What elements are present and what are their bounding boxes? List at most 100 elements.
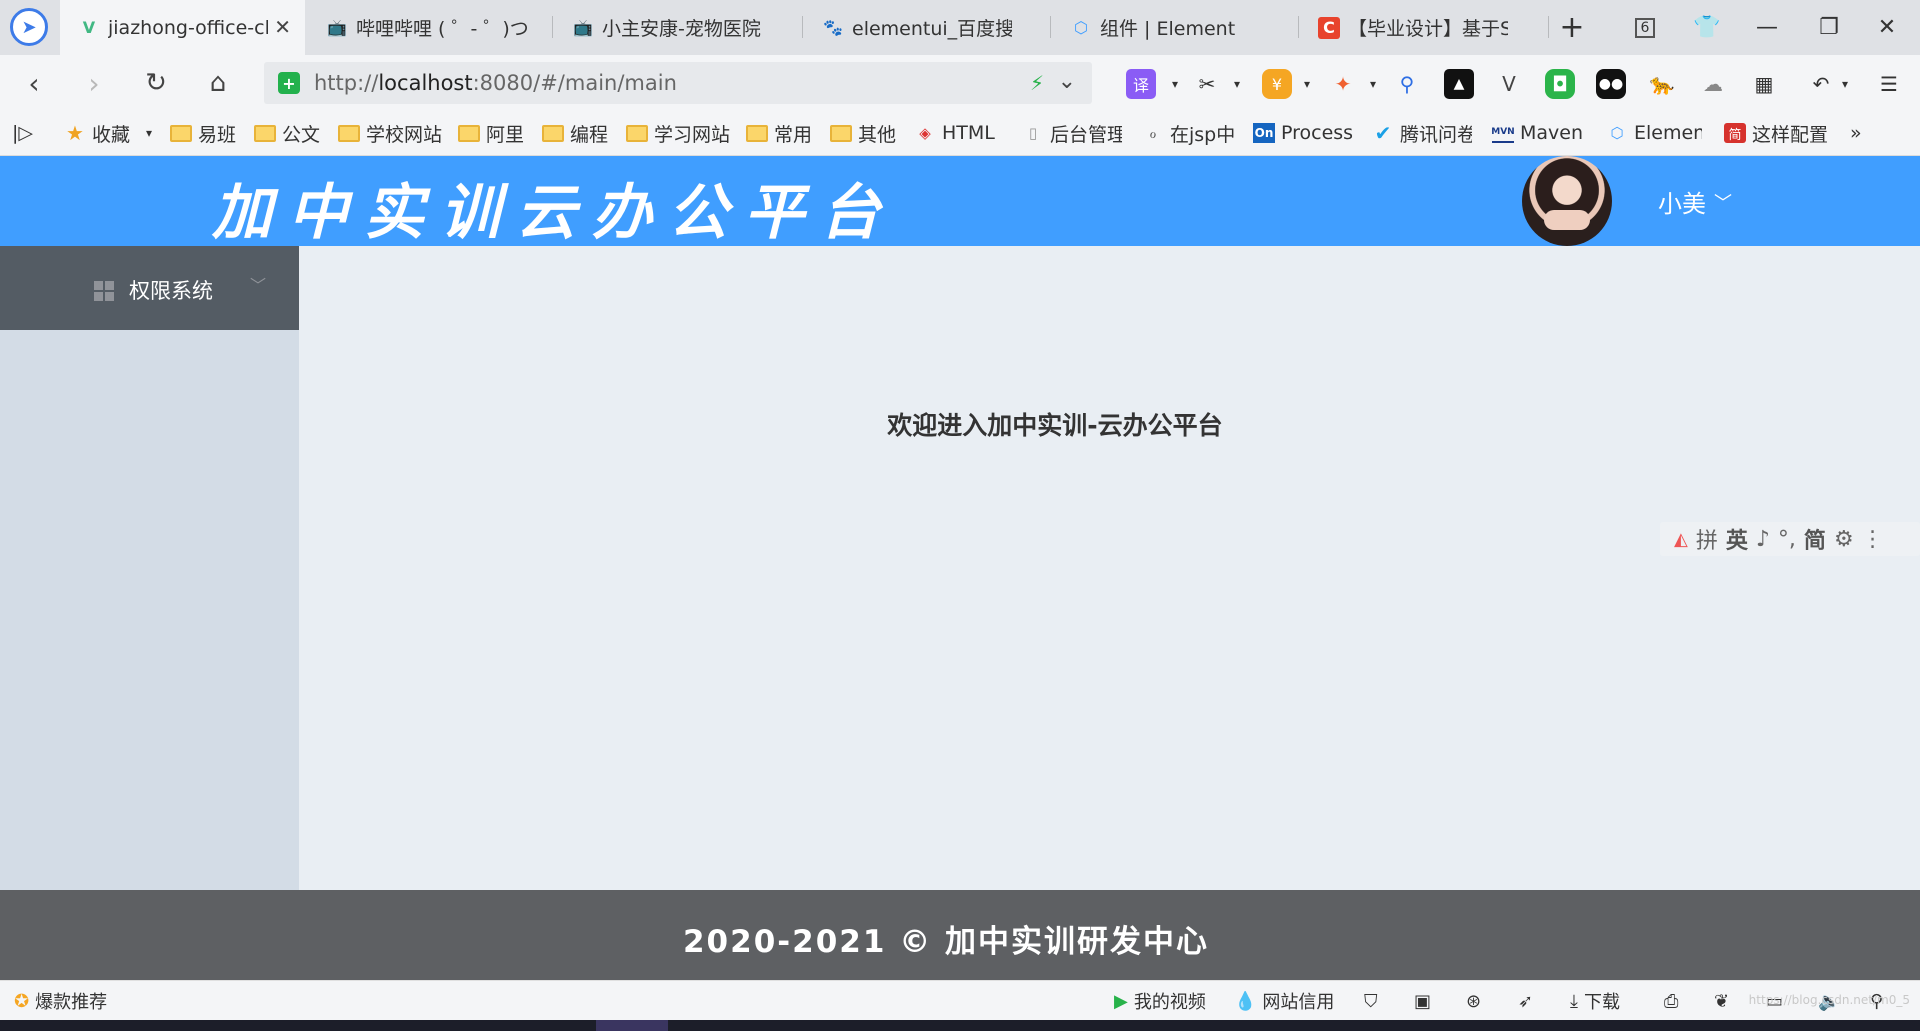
- bookmark-favorites[interactable]: ★ 收藏 ▾: [64, 119, 152, 147]
- skin-icon[interactable]: 👕: [1678, 0, 1736, 55]
- apps-icon[interactable]: ▦: [1749, 69, 1779, 99]
- ai-icon[interactable]: ▲: [1444, 69, 1474, 99]
- tab-csdn[interactable]: C 【毕业设计】基于S: [1300, 0, 1545, 55]
- bookmark-folder-other[interactable]: 其他: [830, 119, 896, 147]
- folder-icon: [626, 123, 648, 143]
- folder-icon: [254, 123, 276, 143]
- video-icon: ▶: [1114, 990, 1128, 1012]
- avatar[interactable]: [1522, 156, 1612, 246]
- element-icon: ⬡: [1074, 18, 1088, 37]
- bookmark-folder-yiban[interactable]: 易班: [170, 119, 236, 147]
- chat-icon[interactable]: ◘: [1545, 69, 1575, 99]
- bilibili-icon[interactable]: ●●: [1596, 69, 1626, 99]
- star-badge-icon: ✪: [14, 990, 30, 1012]
- bookmark-folder-gongwen[interactable]: 公文: [254, 119, 320, 147]
- app-footer: 2020-2021 © 加中实训研发中心: [0, 890, 1920, 980]
- my-videos-button[interactable]: ▶ 我的视频: [1114, 989, 1206, 1014]
- bookmark-maven[interactable]: MVN Maven: [1492, 119, 1584, 147]
- bookmark-config[interactable]: 简这样配置: [1724, 119, 1828, 147]
- ime-toolbar[interactable]: ◭ 拼 英 ♪ °, 简 ⚙ ⋮: [1660, 522, 1920, 556]
- download-button[interactable]: ⤓ 下载: [1570, 989, 1620, 1014]
- page-icon: ▯: [1028, 124, 1038, 142]
- minimize-button[interactable]: —: [1738, 0, 1796, 55]
- folder-icon: [746, 123, 768, 143]
- ime-logo-icon[interactable]: ◭: [1674, 529, 1688, 550]
- tab-count-button[interactable]: 6: [1616, 0, 1674, 55]
- vivaldi-icon[interactable]: V: [1494, 69, 1524, 99]
- user-menu-dropdown[interactable]: 小美 ﹀: [1658, 184, 1732, 219]
- bilibili-icon: 📺: [327, 18, 347, 37]
- baidu-paw-icon: 🐾: [823, 18, 843, 37]
- bookmark-tencent-survey[interactable]: ✔ 腾讯问卷: [1372, 119, 1472, 147]
- on-icon: On: [1253, 123, 1275, 143]
- browser-nav-bar: ‹ › ↻ ⌂ + http://localhost:8080/#/main/m…: [0, 55, 1920, 111]
- mvn-icon: MVN: [1492, 123, 1515, 143]
- menu-grid-icon: [94, 281, 114, 301]
- bookmark-process[interactable]: On Process: [1253, 119, 1353, 147]
- rocket-icon[interactable]: ➶: [1518, 989, 1533, 1013]
- hot-recommend-button[interactable]: ✪ 爆款推荐: [14, 989, 107, 1014]
- tab-jiazhong[interactable]: V jiazhong-office-cli ✕: [60, 0, 305, 55]
- forward-button[interactable]: ›: [74, 63, 114, 103]
- tab-pet-hospital[interactable]: 📺 小主安康-宠物医院: [554, 0, 799, 55]
- chevron-down-icon[interactable]: ▾: [1358, 69, 1388, 99]
- bookmark-html[interactable]: ◈ HTML: [914, 119, 995, 147]
- close-window-button[interactable]: ✕: [1858, 0, 1916, 55]
- leopard-icon[interactable]: 🐆: [1647, 69, 1677, 99]
- bookmarks-bar: |▷ ★ 收藏 ▾ 易班 公文 学校网站 阿里 编程 学习网站 常用 其他 ◈ H…: [0, 111, 1920, 156]
- vue-logo-icon: V: [82, 18, 96, 37]
- bookmark-folder-coding[interactable]: 编程: [542, 119, 608, 147]
- search-icon[interactable]: ⚲: [1392, 69, 1422, 99]
- translate-icon[interactable]: 译: [1126, 69, 1156, 99]
- check-icon: ✔: [1374, 121, 1392, 145]
- bookmark-admin[interactable]: ▯ 后台管理: [1022, 119, 1122, 147]
- address-bar[interactable]: + http://localhost:8080/#/main/main ⚡ ⌄: [264, 62, 1092, 104]
- bookmark-folder-study[interactable]: 学习网站: [626, 119, 730, 147]
- bookmark-folder-school[interactable]: 学校网站: [338, 119, 442, 147]
- jian-icon: 简: [1724, 123, 1746, 143]
- chevron-down-icon[interactable]: ▾: [1222, 69, 1252, 99]
- tab-bilibili[interactable]: 📺 哔哩哔哩 ( ゜- ゜)つ: [308, 0, 548, 55]
- wallet-icon[interactable]: ¥: [1262, 69, 1292, 99]
- image-icon[interactable]: ▣: [1414, 989, 1431, 1013]
- tab-element[interactable]: ⬡ 组件 | Element: [1052, 0, 1297, 55]
- chevron-down-icon[interactable]: ▾: [1160, 69, 1190, 99]
- main-content: 欢迎进入加中实训-云办公平台 ◭ 拼 英 ♪ °, 简 ⚙ ⋮: [299, 246, 1920, 890]
- more-bookmarks-button[interactable]: »: [1850, 119, 1862, 147]
- speed-mode-icon[interactable]: ⚡: [1030, 71, 1044, 95]
- bookmark-folder-common[interactable]: 常用: [746, 119, 812, 147]
- sidebar-item-permission-system[interactable]: 权限系统 ﹀: [0, 246, 299, 330]
- back-button[interactable]: ‹: [14, 63, 54, 103]
- app-title: 加中实训云办公平台: [212, 178, 896, 248]
- chevron-down-icon[interactable]: ⌄: [1058, 69, 1076, 94]
- chevron-down-icon[interactable]: ▾: [1830, 69, 1860, 99]
- restore-button[interactable]: ❐: [1800, 0, 1858, 55]
- bookmark-jsp[interactable]: ℴ 在jsp中: [1142, 119, 1234, 147]
- html-icon: ◈: [919, 124, 931, 142]
- close-tab-icon[interactable]: ✕: [274, 15, 291, 39]
- chevron-down-icon[interactable]: ▾: [1292, 69, 1322, 99]
- folder-icon: [542, 123, 564, 143]
- bookmark-folder-ali[interactable]: 阿里: [458, 119, 524, 147]
- sidebar-toggle-icon[interactable]: |▷: [12, 119, 33, 147]
- browser-tab-bar: ➤ V jiazhong-office-cli ✕ 📺 哔哩哔哩 ( ゜- ゜)…: [0, 0, 1920, 55]
- reload-button[interactable]: ↻: [136, 63, 176, 103]
- link-icon: ℴ: [1149, 124, 1157, 142]
- game-icon[interactable]: ✦: [1328, 69, 1358, 99]
- site-credit-button[interactable]: 💧 网站信用: [1234, 989, 1334, 1014]
- browser-logo-icon[interactable]: ➤: [10, 8, 48, 46]
- leaf-icon[interactable]: ❦: [1714, 989, 1729, 1013]
- browser-status-bar: ✪ 爆款推荐 ▶ 我的视频 💧 网站信用 ⛉ ▣ ⊛ ➶ ⤓ 下载 ⎙ ❦ ▭ …: [0, 980, 1920, 1020]
- url-text[interactable]: http://localhost:8080/#/main/main: [314, 71, 677, 95]
- tab-baidu[interactable]: 🐾 elementui_百度搜索: [804, 0, 1049, 55]
- menu-icon[interactable]: ☰: [1874, 69, 1904, 99]
- folder-icon: [170, 123, 192, 143]
- cloud-icon[interactable]: ☁: [1698, 69, 1728, 99]
- shield-icon[interactable]: ⛉: [1364, 989, 1378, 1013]
- bookmark-element[interactable]: ⬡Element: [1606, 119, 1702, 147]
- scissors-icon[interactable]: ✂: [1192, 69, 1222, 99]
- accelerate-icon[interactable]: ⊛: [1466, 989, 1481, 1013]
- print-icon[interactable]: ⎙: [1664, 989, 1678, 1013]
- home-button[interactable]: ⌂: [198, 63, 238, 103]
- new-tab-button[interactable]: +: [1543, 0, 1601, 55]
